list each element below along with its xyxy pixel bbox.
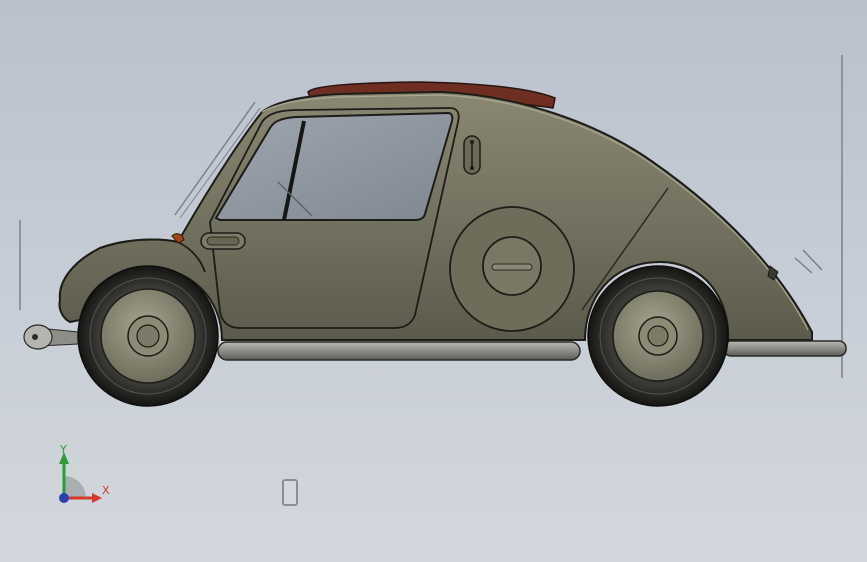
view-orientation-icon[interactable]	[282, 479, 298, 506]
x-axis-label: X	[102, 484, 110, 497]
rear-bumper-tube	[723, 340, 847, 357]
coordinate-triad: Y X	[52, 440, 122, 510]
front-wheel	[77, 265, 219, 407]
graphics-viewport[interactable]: Y X	[0, 0, 867, 562]
car-model[interactable]	[0, 0, 867, 562]
running-board	[217, 341, 581, 361]
rear-wheel	[587, 265, 729, 407]
y-axis-label: Y	[60, 443, 67, 456]
